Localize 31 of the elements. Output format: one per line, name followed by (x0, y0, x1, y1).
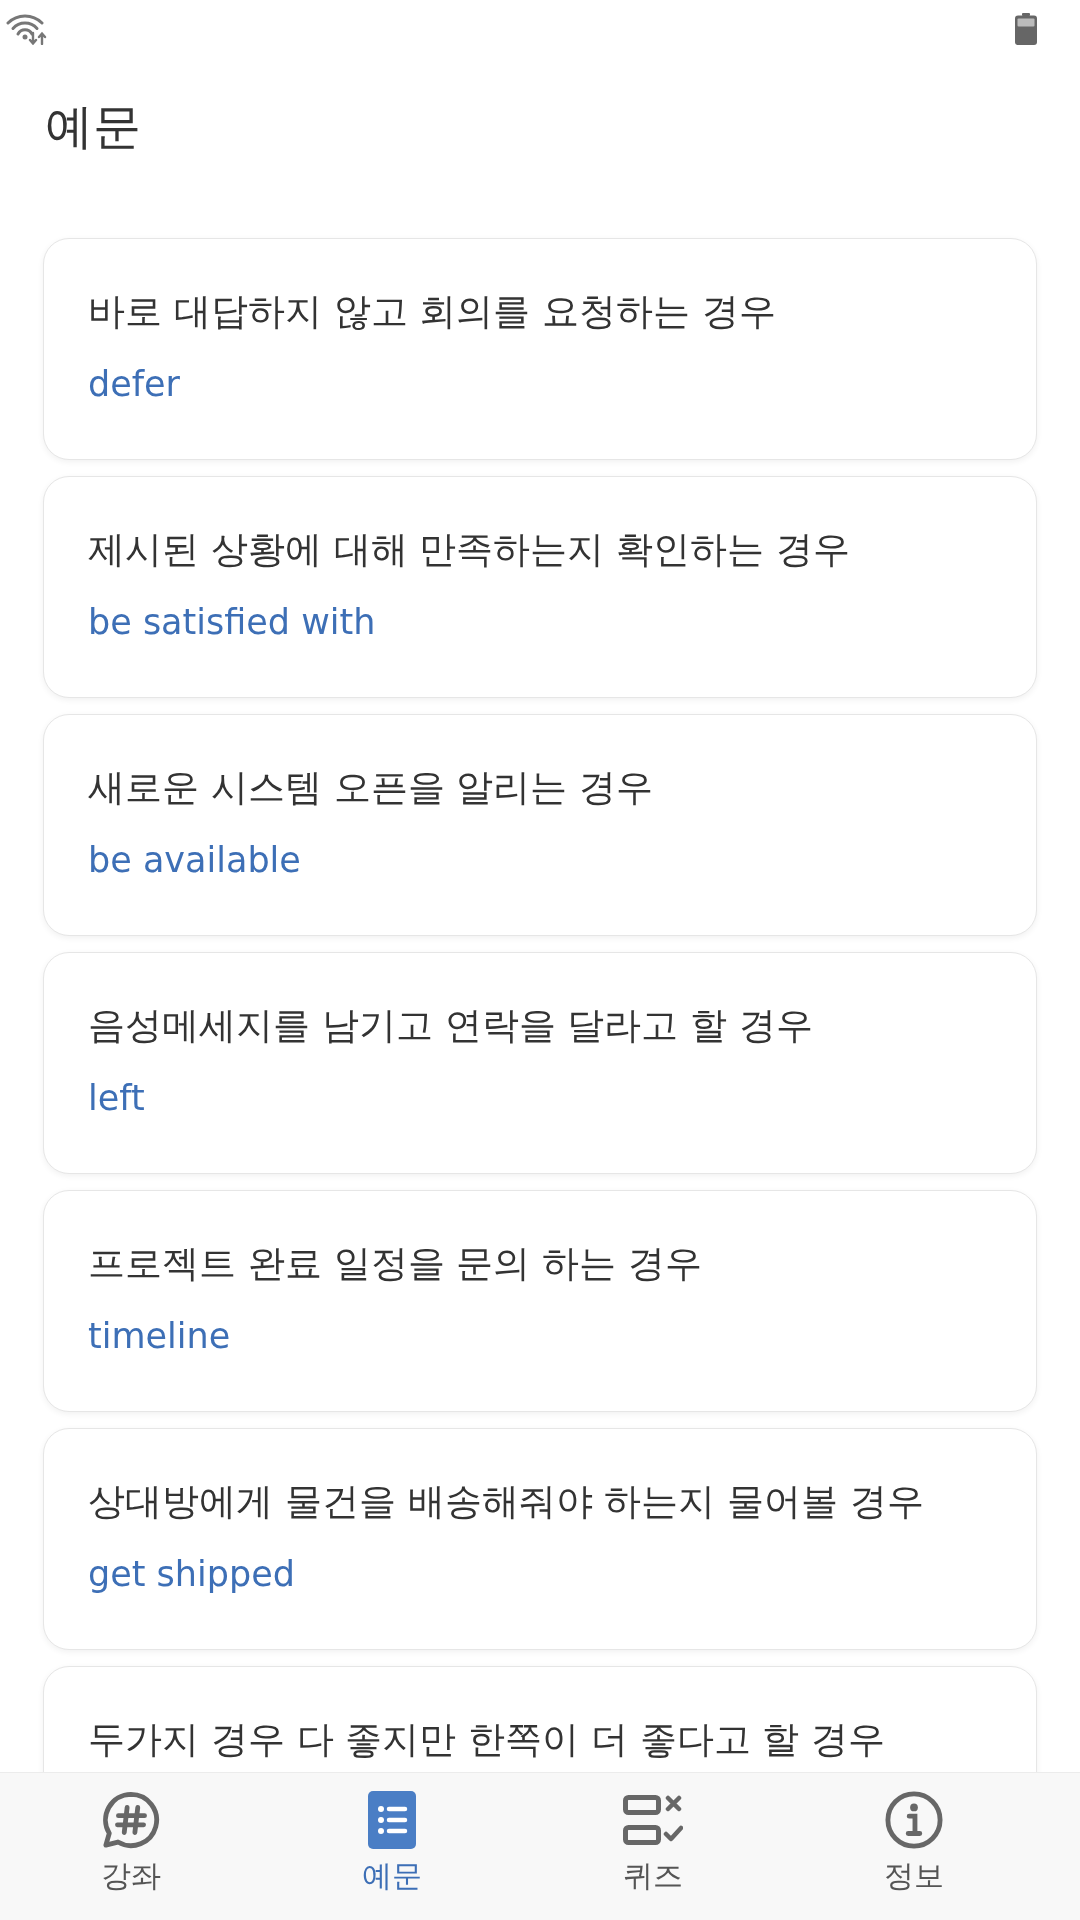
example-card[interactable]: 새로운 시스템 오픈을 알리는 경우 be available (43, 714, 1037, 936)
page-title: 예문 (45, 97, 141, 156)
chat-hash-icon (101, 1791, 160, 1849)
situation-text: 음성메세지를 남기고 연락을 달라고 할 경우 (88, 1003, 813, 1049)
nav-tab[interactable]: 정보 (783, 1773, 1044, 1920)
info-icon (884, 1791, 943, 1849)
expression-text: defer (88, 363, 180, 406)
example-card[interactable]: 바로 대답하지 않고 회의를 요청하는 경우 defer (43, 238, 1037, 460)
situation-text: 새로운 시스템 오픈을 알리는 경우 (88, 765, 654, 811)
nav-tab[interactable]: 예문 (261, 1773, 522, 1920)
example-card[interactable]: 프로젝트 완료 일정을 문의 하는 경우 timeline (43, 1190, 1037, 1412)
nav-tab[interactable]: 강좌 (0, 1773, 261, 1920)
expression-text: get shipped (88, 1553, 295, 1596)
battery-icon (1015, 13, 1037, 45)
example-card[interactable]: 상대방에게 물건을 배송해줘야 하는지 물어볼 경우 get shipped (43, 1428, 1037, 1650)
situation-text: 두가지 경우 다 좋지만 한쪽이 더 좋다고 할 경우 (88, 1717, 886, 1763)
wifi-icon (6, 13, 48, 45)
nav-tab[interactable]: 퀴즈 (522, 1773, 783, 1920)
expression-text: timeline (88, 1315, 231, 1358)
expression-text: be satisfied with (88, 601, 376, 644)
situation-text: 제시된 상황에 대해 만족하는지 확인하는 경우 (88, 527, 850, 573)
example-card[interactable]: 제시된 상황에 대해 만족하는지 확인하는 경우 be satisfied with (43, 476, 1037, 698)
expression-text: be available (88, 839, 301, 882)
situation-text: 상대방에게 물건을 배송해줘야 하는지 물어볼 경우 (88, 1479, 924, 1525)
expression-text: left (88, 1077, 145, 1120)
situation-text: 바로 대답하지 않고 회의를 요청하는 경우 (88, 289, 776, 335)
example-card[interactable]: 두가지 경우 다 좋지만 한쪽이 더 좋다고 할 경우 (43, 1666, 1037, 1772)
quiz-icon (622, 1795, 683, 1845)
example-card[interactable]: 음성메세지를 남기고 연락을 달라고 할 경우 left (43, 952, 1037, 1174)
situation-text: 프로젝트 완료 일정을 문의 하는 경우 (88, 1241, 702, 1287)
list-icon (367, 1791, 416, 1849)
